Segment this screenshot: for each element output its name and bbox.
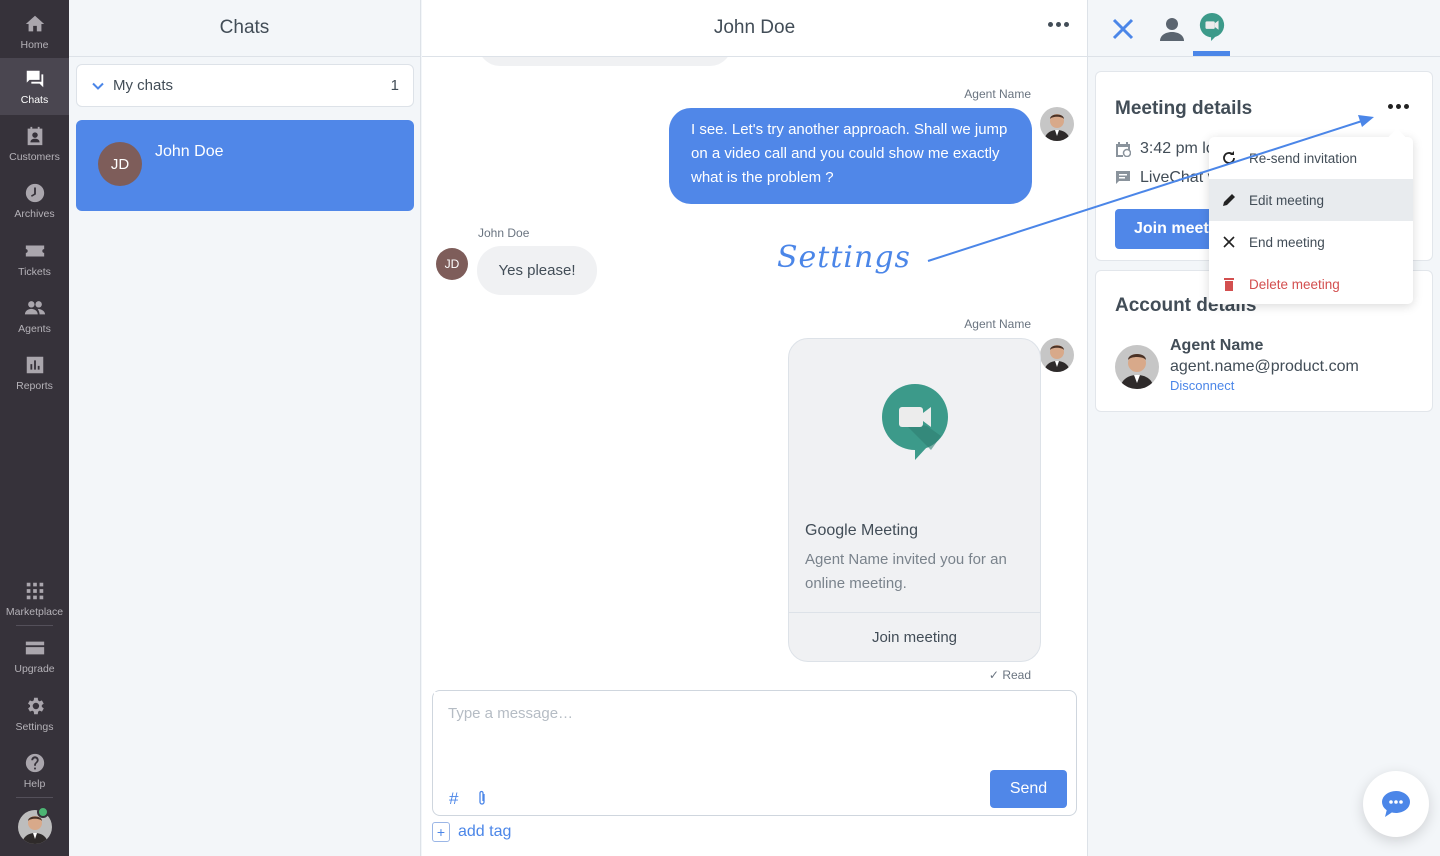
- customer-message-bubble: Yes please!: [477, 246, 597, 295]
- check-icon: ✓: [988, 668, 1003, 682]
- home-icon: [25, 15, 44, 32]
- customer-icon[interactable]: [1158, 15, 1186, 43]
- agent-message-bubble: I see. Let's try another approach. Shall…: [669, 108, 1032, 204]
- close-icon[interactable]: [1109, 15, 1137, 43]
- chats-list-panel: Chats My chats 1 JD John Doe: [69, 0, 421, 856]
- google-meet-icon[interactable]: [1198, 13, 1226, 41]
- plus-icon: +: [432, 822, 450, 842]
- help-icon: [25, 753, 44, 773]
- nav-help[interactable]: Help: [0, 743, 69, 799]
- read-receipt: ✓ Read: [988, 668, 1031, 682]
- details-panel: Meeting details 3:42 pm lo LiveChat v Jo…: [1088, 0, 1440, 856]
- meeting-card-description: Agent Name invited you for an online mee…: [805, 551, 1007, 592]
- add-tag-label: add tag: [458, 823, 512, 840]
- agent-photo-icon: [1044, 345, 1070, 372]
- group-label: My chats: [113, 77, 174, 94]
- nav-divider: [16, 625, 53, 626]
- message-icon: [1116, 171, 1130, 184]
- x-icon: [1223, 236, 1235, 248]
- meeting-time: 3:42 pm lo: [1115, 140, 1215, 158]
- agent-photo-icon: [1120, 354, 1154, 389]
- reports-icon: [26, 356, 43, 374]
- settings-icon: [27, 697, 44, 715]
- calendar-clock-icon: [1116, 142, 1131, 157]
- nav-tickets[interactable]: Tickets: [0, 231, 69, 287]
- nav-agents[interactable]: Agents: [0, 288, 69, 344]
- message-author: Agent Name: [964, 317, 1031, 331]
- marketplace-icon: [26, 582, 43, 600]
- nav-settings[interactable]: Settings: [0, 686, 69, 742]
- active-tab-indicator: [1193, 51, 1230, 56]
- settings-annotation: Settings: [777, 240, 911, 275]
- nav-chats[interactable]: Chats: [0, 58, 69, 115]
- tickets-icon: [25, 245, 44, 257]
- chat-list-item[interactable]: JD John Doe: [76, 120, 414, 211]
- group-count: 1: [390, 77, 399, 94]
- customers-icon: [27, 126, 42, 146]
- nav-marketplace[interactable]: Marketplace: [0, 571, 69, 627]
- google-meet-icon: [882, 384, 948, 460]
- nav-home[interactable]: Home: [0, 4, 69, 60]
- meeting-invite-card: Google Meeting Agent Name invited you fo…: [788, 338, 1041, 662]
- agents-icon: [24, 301, 45, 315]
- menu-item-delete-meeting[interactable]: Delete meeting: [1209, 263, 1413, 305]
- conversation-title: John Doe: [713, 17, 796, 38]
- menu-item-end-meeting[interactable]: End meeting: [1209, 221, 1413, 263]
- message-input[interactable]: [434, 692, 1054, 762]
- customer-name: John Doe: [155, 143, 224, 160]
- hashtag-icon[interactable]: #: [449, 789, 458, 809]
- disconnect-link[interactable]: Disconnect: [1170, 378, 1234, 393]
- attachment-icon[interactable]: [476, 790, 488, 806]
- nav-divider: [16, 797, 53, 798]
- meeting-options-menu: Re-send invitation Edit meeting End meet…: [1209, 137, 1413, 304]
- account-email: agent.name@product.com: [1170, 358, 1359, 375]
- chat-bubble-icon: [1382, 791, 1410, 817]
- agent-photo-icon: [1044, 114, 1070, 141]
- chats-icon: [26, 70, 43, 87]
- pencil-icon: [1223, 194, 1235, 206]
- send-button[interactable]: Send: [990, 770, 1067, 808]
- message-author: John Doe: [478, 226, 530, 240]
- join-meeting-button[interactable]: Join meeting: [789, 612, 1040, 661]
- upgrade-icon: [25, 641, 44, 655]
- add-tag-button[interactable]: + add tag: [432, 822, 511, 842]
- my-chats-group[interactable]: My chats 1: [76, 64, 414, 107]
- more-options-button[interactable]: [1048, 22, 1069, 27]
- meeting-source: LiveChat v: [1115, 169, 1216, 187]
- online-status-dot: [37, 806, 49, 818]
- chats-title: Chats: [69, 0, 420, 57]
- account-name: Agent Name: [1170, 337, 1264, 354]
- meeting-card-title: Google Meeting: [805, 522, 918, 539]
- nav-reports[interactable]: Reports: [0, 345, 69, 401]
- chat-widget-button[interactable]: [1363, 771, 1429, 837]
- meeting-details-title: Meeting details: [1115, 98, 1253, 119]
- nav-customers[interactable]: Customers: [0, 116, 69, 172]
- nav-upgrade[interactable]: Upgrade: [0, 628, 69, 684]
- archives-icon: [25, 183, 44, 203]
- agent-avatar: [1115, 345, 1159, 389]
- refresh-icon: [1223, 151, 1235, 164]
- agent-avatar: [1040, 338, 1074, 372]
- message-composer: # Send: [432, 690, 1077, 816]
- meeting-options-button[interactable]: [1388, 104, 1409, 109]
- customer-avatar: JD: [436, 248, 468, 280]
- nav-archives[interactable]: Archives: [0, 173, 69, 229]
- menu-item-resend-invitation[interactable]: Re-send invitation: [1209, 137, 1413, 179]
- message-author: Agent Name: [964, 87, 1031, 101]
- main-nav: Home Chats Customers Archives Tickets Ag…: [0, 0, 69, 856]
- conversation-header: John Doe: [422, 0, 1087, 57]
- agent-avatar: [1040, 107, 1074, 141]
- conversation-panel: John Doe Agent Name I see. Let's try ano…: [422, 0, 1088, 856]
- customer-avatar: JD: [98, 142, 142, 186]
- trash-icon: [1224, 278, 1234, 291]
- details-tabs: [1088, 0, 1440, 57]
- menu-item-edit-meeting[interactable]: Edit meeting: [1209, 179, 1413, 221]
- chevron-down-icon: [92, 82, 104, 90]
